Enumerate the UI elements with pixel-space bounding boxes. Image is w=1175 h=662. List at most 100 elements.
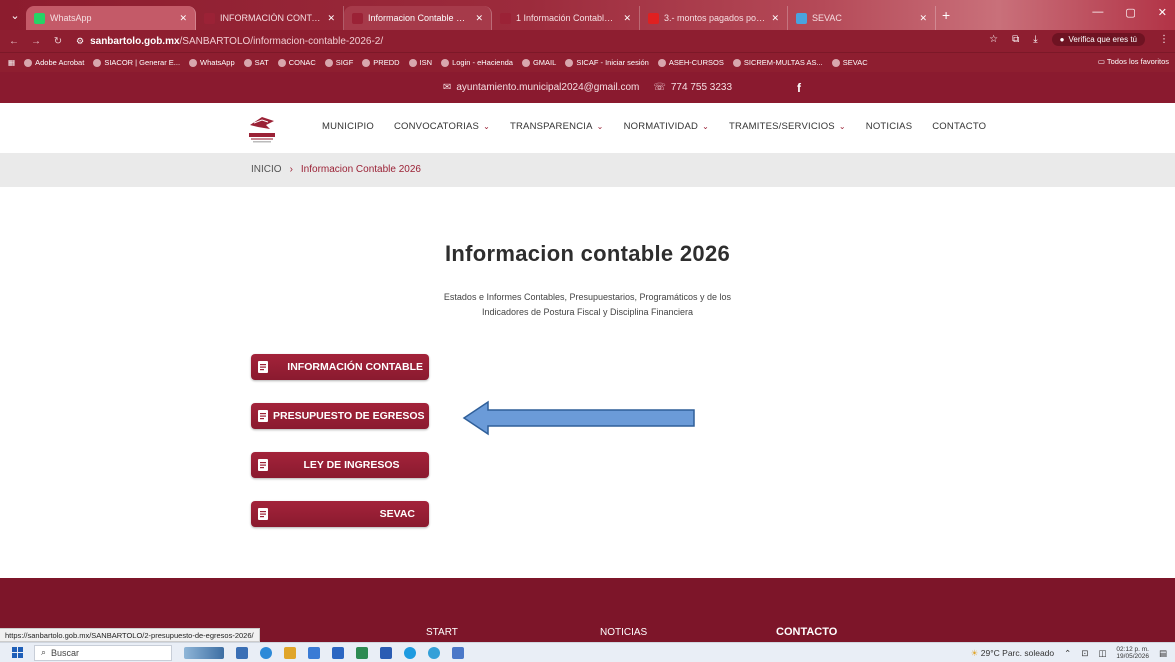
- email-link[interactable]: ✉ ayuntamiento.municipal2024@gmail.com: [443, 82, 639, 93]
- bookmark-favicon-icon: [277, 58, 286, 67]
- tray-chevron-icon[interactable]: ⌃: [1064, 648, 1071, 659]
- tab-search-icon[interactable]: ⌄: [4, 4, 26, 26]
- nav-item-convocatorias[interactable]: CONVOCATORIAS ⌄: [394, 121, 490, 132]
- excel-icon[interactable]: [356, 646, 368, 659]
- apps-grid-icon[interactable]: ▦: [8, 58, 15, 67]
- minimize-icon[interactable]: —: [1092, 6, 1103, 19]
- tab-favicon-icon: [204, 12, 215, 24]
- bookmark-item[interactable]: ISN: [408, 58, 432, 67]
- browser-tab[interactable]: Informacion Contable 2026 – A ✕: [344, 6, 492, 30]
- presupuesto-de-egresos-button[interactable]: PRESUPUESTO DE EGRESOS: [251, 403, 429, 429]
- nav-item-noticias[interactable]: NOTICIAS: [866, 121, 912, 132]
- browser-tab[interactable]: 1 Información Contable 2026 - ✕: [492, 6, 640, 30]
- reload-icon[interactable]: ↻: [50, 36, 66, 47]
- app-icon[interactable]: [452, 646, 464, 659]
- breadcrumb-bar: INICIO › Informacion Contable 2026: [0, 153, 1175, 187]
- municipality-logo[interactable]: [244, 111, 280, 147]
- link-status-url: https://sanbartolo.gob.mx/SANBARTOLO/2-p…: [0, 628, 260, 642]
- bookmark-favicon-icon: [657, 58, 666, 67]
- close-window-icon[interactable]: ✕: [1158, 6, 1167, 19]
- document-icon: [258, 459, 268, 471]
- bookmark-item[interactable]: SEVAC: [831, 58, 868, 67]
- bookmark-item[interactable]: Adobe Acrobat: [24, 58, 84, 67]
- edge-icon[interactable]: [260, 646, 272, 659]
- bookmark-list: Adobe Acrobat SIACOR | Generar E... WhatsA…: [24, 58, 868, 67]
- back-icon[interactable]: ←: [6, 36, 22, 47]
- bookmark-item[interactable]: SIACOR | Generar E...: [93, 58, 180, 67]
- browser-tab[interactable]: WhatsApp ✕: [26, 6, 196, 30]
- browser-tab[interactable]: SEVAC ✕: [788, 6, 936, 30]
- site-navigation: MUNICIPIO CONVOCATORIAS ⌄ TRANSPARENCIA ⌄ NOR…: [0, 103, 1175, 153]
- bookmark-star-icon[interactable]: ☆: [989, 34, 998, 45]
- tab-title: Informacion Contable 2026 – A: [368, 13, 469, 23]
- nav-item-contacto[interactable]: CONTACTO: [932, 121, 986, 132]
- close-tab-icon[interactable]: ✕: [327, 13, 335, 24]
- taskbar-search-input[interactable]: ⌕ Buscar: [34, 644, 172, 661]
- bookmark-item[interactable]: SICAF - Iniciar sesión: [565, 58, 649, 67]
- chevron-down-icon: ⌄: [596, 122, 604, 131]
- tab-favicon-icon: [34, 12, 45, 24]
- weather-widget[interactable]: ☀ 29°C Parc. soleado: [971, 648, 1054, 659]
- all-bookmarks-button[interactable]: ▭ Todos los favoritos: [1098, 57, 1169, 66]
- bookmark-item[interactable]: WhatsApp: [189, 58, 235, 67]
- bookmark-item[interactable]: SIGF: [324, 58, 353, 67]
- notifications-icon[interactable]: ▤: [1159, 648, 1167, 659]
- browser-tab[interactable]: 3.- montos pagados por ayuda ✕: [640, 6, 788, 30]
- bookmark-item[interactable]: SAT: [243, 58, 269, 67]
- breadcrumb-home-link[interactable]: INICIO: [251, 164, 282, 175]
- url-host: sanbartolo.gob.mx: [90, 35, 180, 47]
- sevac-button[interactable]: SEVAC: [251, 501, 429, 527]
- network-icon[interactable]: ⊡: [1081, 648, 1088, 659]
- file-explorer-icon[interactable]: [284, 646, 296, 659]
- nav-item-transparencia[interactable]: TRANSPARENCIA ⌄: [510, 121, 604, 132]
- bookmark-favicon-icon: [189, 58, 198, 67]
- chrome-icon[interactable]: [404, 646, 416, 659]
- bookmark-item[interactable]: GMAIL: [521, 58, 556, 67]
- main-menu: MUNICIPIO CONVOCATORIAS ⌄ TRANSPARENCIA ⌄ NOR…: [322, 121, 986, 132]
- tab-title: INFORMACIÓN CONTABLE CO: [220, 13, 321, 23]
- close-tab-icon[interactable]: ✕: [771, 13, 779, 24]
- extensions-icon[interactable]: ⧉: [1012, 34, 1019, 45]
- url-field[interactable]: ⚙ sanbartolo.gob.mx/SANBARTOLO/informaci…: [76, 36, 383, 47]
- speaker-icon[interactable]: ◫: [1098, 648, 1106, 659]
- bookmark-item[interactable]: SICREM-MULTAS AS...: [732, 58, 823, 67]
- close-tab-icon[interactable]: ✕: [475, 13, 483, 24]
- word-icon[interactable]: [380, 646, 392, 659]
- browser-tab[interactable]: INFORMACIÓN CONTABLE CO ✕: [196, 6, 344, 30]
- phone-icon: ☏: [653, 82, 666, 93]
- close-tab-icon[interactable]: ✕: [623, 13, 631, 24]
- windows-start-icon[interactable]: [8, 646, 26, 660]
- close-tab-icon[interactable]: ✕: [919, 13, 927, 24]
- forward-icon[interactable]: →: [28, 36, 44, 47]
- site-info-icon[interactable]: ⚙: [76, 36, 84, 47]
- page-subtitle: Estados e Informes Contables, Presupuest…: [443, 292, 732, 317]
- bookmark-item[interactable]: ASEH-CURSOS: [657, 58, 724, 67]
- mail-icon[interactable]: [332, 646, 344, 659]
- nav-item-municipio[interactable]: MUNICIPIO: [322, 121, 374, 132]
- nav-item-normatividad[interactable]: NORMATIVIDAD ⌄: [624, 121, 709, 132]
- bookmark-item[interactable]: CONAC: [277, 58, 316, 67]
- download-icon[interactable]: ⤓: [1033, 34, 1037, 45]
- address-bar-actions: ☆ ⧉ ⤓ ● Verifica que eres tú ⋮: [989, 33, 1169, 46]
- taskbar-clock[interactable]: 02:12 p. m. 19/05/2026: [1116, 646, 1149, 660]
- close-tab-icon[interactable]: ✕: [179, 13, 187, 24]
- bookmark-item[interactable]: Login - eHacienda: [441, 58, 513, 67]
- task-view-icon[interactable]: [236, 646, 248, 659]
- nav-item-tramites-servicios[interactable]: TRAMITES/SERVICIOS ⌄: [729, 121, 846, 132]
- browser-icon[interactable]: [428, 646, 440, 659]
- informacion-contable-button[interactable]: INFORMACIÓN CONTABLE: [251, 354, 429, 380]
- tab-favicon-icon: [352, 12, 363, 24]
- more-menu-icon[interactable]: ⋮: [1159, 34, 1169, 45]
- phone-link[interactable]: ☏ 774 755 3233: [653, 82, 732, 93]
- bookmark-item[interactable]: PREDD: [362, 58, 400, 67]
- widgets-icon[interactable]: [184, 646, 224, 659]
- maximize-icon[interactable]: ▢: [1125, 6, 1135, 19]
- footer-start-heading: START: [426, 627, 458, 638]
- tab-strip: WhatsApp✕INFORMACIÓN CONTABLE CO✕Informa…: [26, 0, 936, 30]
- store-icon[interactable]: [308, 646, 320, 659]
- ley-de-ingresos-button[interactable]: LEY DE INGRESOS: [251, 452, 429, 478]
- new-tab-icon[interactable]: +: [942, 7, 950, 23]
- facebook-icon[interactable]: f: [797, 81, 801, 95]
- verify-identity-button[interactable]: ● Verifica que eres tú: [1051, 33, 1145, 46]
- footer-news-heading: NOTICIAS: [600, 627, 648, 638]
